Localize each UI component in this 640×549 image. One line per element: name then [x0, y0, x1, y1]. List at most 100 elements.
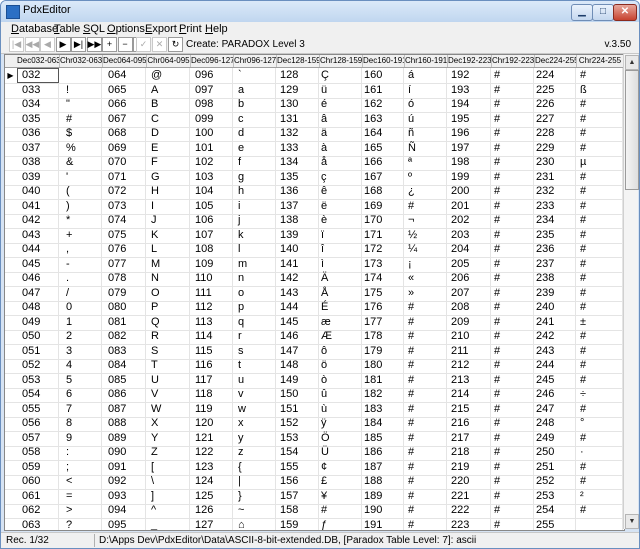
grid-cell-dec096-127[interactable]: 115	[191, 343, 233, 359]
grid-cell-dec128-159[interactable]: 154	[277, 445, 319, 460]
grid-cell-chr128-159[interactable]: ¢	[320, 459, 362, 475]
grid-cell-chr224-255[interactable]: #	[577, 68, 623, 83]
grid-cell-dec128-159[interactable]: 145	[277, 314, 319, 330]
grid-cell-chr096-127[interactable]: q	[234, 314, 276, 330]
grid-cell-chr096-127[interactable]: p	[234, 300, 276, 315]
grid-cell-chr032-063[interactable]: =	[60, 488, 102, 504]
grid-cell-dec128-159[interactable]: 141	[277, 256, 319, 272]
grid-cell-chr032-063[interactable]: *	[60, 213, 102, 228]
grid-cell-dec128-159[interactable]: 129	[277, 82, 319, 98]
grid-cell-chr224-255[interactable]: #	[577, 227, 623, 243]
column-header-dec224-255[interactable]: Dec224-255	[535, 55, 577, 67]
grid-cell-chr192-223[interactable]: #	[492, 430, 534, 446]
grid-cell-chr160-191[interactable]: »	[405, 285, 447, 301]
grid-cell-chr032-063[interactable]: 0	[60, 300, 102, 315]
grid-cell-chr032-063[interactable]: >	[60, 503, 102, 518]
grid-cell-chr192-223[interactable]: #	[492, 416, 534, 431]
grid-cell-dec192-223[interactable]: 209	[448, 314, 491, 330]
grid-cell-chr032-063[interactable]: 6	[60, 387, 102, 402]
grid-cell-dec128-159[interactable]: 142	[277, 271, 319, 286]
grid-cell-chr032-063[interactable]: $	[60, 126, 102, 141]
grid-cell-chr160-191[interactable]: Ñ	[405, 140, 447, 156]
grid-cell-chr096-127[interactable]: w	[234, 401, 276, 417]
grid-cell-chr128-159[interactable]: É	[320, 300, 362, 315]
grid-cell-dec064-095[interactable]: 070	[103, 155, 146, 170]
grid-cell-chr064-095[interactable]: R	[147, 329, 190, 344]
grid-cell-chr096-127[interactable]: j	[234, 213, 276, 228]
column-header-dec128-159[interactable]: Dec128-159	[277, 55, 320, 67]
grid-cell-dec064-095[interactable]: 094	[103, 503, 146, 518]
grid-cell-chr128-159[interactable]: Ç	[320, 68, 362, 83]
grid-cell-chr128-159[interactable]: æ	[320, 314, 362, 330]
grid-cell-dec096-127[interactable]: 104	[191, 184, 233, 199]
grid-cell-dec096-127[interactable]: 124	[191, 474, 233, 489]
grid-cell-chr224-255[interactable]: #	[577, 285, 623, 301]
grid-cell-dec128-159[interactable]: 152	[277, 416, 319, 431]
scroll-up-button[interactable]: ▲	[625, 55, 639, 70]
grid-cell-chr160-191[interactable]: #	[405, 314, 447, 330]
grid-cell-chr128-159[interactable]: ù	[320, 401, 362, 417]
grid-cell-dec192-223[interactable]: 213	[448, 372, 491, 388]
grid-cell-chr096-127[interactable]: t	[234, 358, 276, 373]
grid-cell-dec224-255[interactable]: 224	[535, 68, 576, 83]
grid-cell-chr096-127[interactable]: l	[234, 242, 276, 257]
grid-cell-chr128-159[interactable]: Ö	[320, 430, 362, 446]
grid-cell-dec064-095[interactable]: 066	[103, 97, 146, 112]
grid-cell-chr032-063[interactable]: 9	[60, 430, 102, 446]
grid-cell-chr224-255[interactable]: µ	[577, 155, 623, 170]
grid-cell-chr064-095[interactable]: J	[147, 213, 190, 228]
grid-cell-chr064-095[interactable]: H	[147, 184, 190, 199]
grid-cell-dec096-127[interactable]: 113	[191, 314, 233, 330]
grid-cell-dec032-063[interactable]: 053	[17, 372, 59, 388]
grid-cell-dec096-127[interactable]: 120	[191, 416, 233, 431]
grid-cell-chr192-223[interactable]: #	[492, 256, 534, 272]
grid-cell-dec032-063[interactable]: 048	[17, 300, 59, 315]
grid-cell-chr128-159[interactable]: å	[320, 155, 362, 170]
first-record-icon[interactable]: |◀	[9, 37, 24, 52]
grid-cell-chr096-127[interactable]: g	[234, 169, 276, 185]
grid-cell-dec096-127[interactable]: 110	[191, 271, 233, 286]
grid-cell-dec160-191[interactable]: 163	[363, 111, 404, 127]
grid-cell-dec064-095[interactable]: 083	[103, 343, 146, 359]
grid-cell-chr064-095[interactable]: F	[147, 155, 190, 170]
grid-cell-chr160-191[interactable]: ½	[405, 227, 447, 243]
grid-cell-chr064-095[interactable]: O	[147, 285, 190, 301]
grid-cell-dec160-191[interactable]: 161	[363, 82, 404, 98]
grid-cell-dec096-127[interactable]: 097	[191, 82, 233, 98]
column-header-dec032-063[interactable]: Dec032-063	[17, 55, 60, 67]
grid-cell-chr192-223[interactable]: #	[492, 213, 534, 228]
grid-cell-chr128-159[interactable]: Å	[320, 285, 362, 301]
grid-cell-dec160-191[interactable]: 191	[363, 517, 404, 530]
grid-cell-dec224-255[interactable]: 242	[535, 329, 576, 344]
grid-cell-dec096-127[interactable]: 101	[191, 140, 233, 156]
grid-cell-chr064-095[interactable]: ^	[147, 503, 190, 518]
grid-cell-dec128-159[interactable]: 149	[277, 372, 319, 388]
grid-cell-dec064-095[interactable]: 082	[103, 329, 146, 344]
grid-cell-dec128-159[interactable]: 153	[277, 430, 319, 446]
grid-cell-chr192-223[interactable]: #	[492, 140, 534, 156]
grid-cell-chr192-223[interactable]: #	[492, 169, 534, 185]
grid-cell-dec128-159[interactable]: 148	[277, 358, 319, 373]
grid-cell-dec032-063[interactable]: 052	[17, 358, 59, 373]
grid-cell-chr128-159[interactable]: ö	[320, 358, 362, 373]
grid-cell-dec032-063[interactable]: 045	[17, 256, 59, 272]
grid-cell-dec160-191[interactable]: 189	[363, 488, 404, 504]
grid-cell-dec128-159[interactable]: 130	[277, 97, 319, 112]
grid-cell-dec224-255[interactable]: 243	[535, 343, 576, 359]
grid-cell-dec224-255[interactable]: 254	[535, 503, 576, 518]
grid-cell-chr064-095[interactable]: V	[147, 387, 190, 402]
grid-cell-dec160-191[interactable]: 181	[363, 372, 404, 388]
grid-cell-chr224-255[interactable]: #	[577, 242, 623, 257]
grid-cell-chr160-191[interactable]: ó	[405, 97, 447, 112]
grid-cell-dec128-159[interactable]: 138	[277, 213, 319, 228]
grid-cell-chr224-255[interactable]: #	[577, 184, 623, 199]
scroll-down-button[interactable]: ▼	[625, 514, 639, 529]
grid-cell-chr032-063[interactable]: )	[60, 198, 102, 214]
grid-cell-dec224-255[interactable]: 250	[535, 445, 576, 460]
grid-cell-chr160-191[interactable]: #	[405, 474, 447, 489]
column-header-chr128-159[interactable]: Chr128-159	[320, 55, 363, 67]
grid-cell-dec032-063[interactable]: 036	[17, 126, 59, 141]
grid-cell-chr224-255[interactable]: #	[577, 169, 623, 185]
menu-sql[interactable]: SQL	[83, 23, 105, 35]
grid-cell-chr224-255[interactable]	[577, 517, 623, 530]
